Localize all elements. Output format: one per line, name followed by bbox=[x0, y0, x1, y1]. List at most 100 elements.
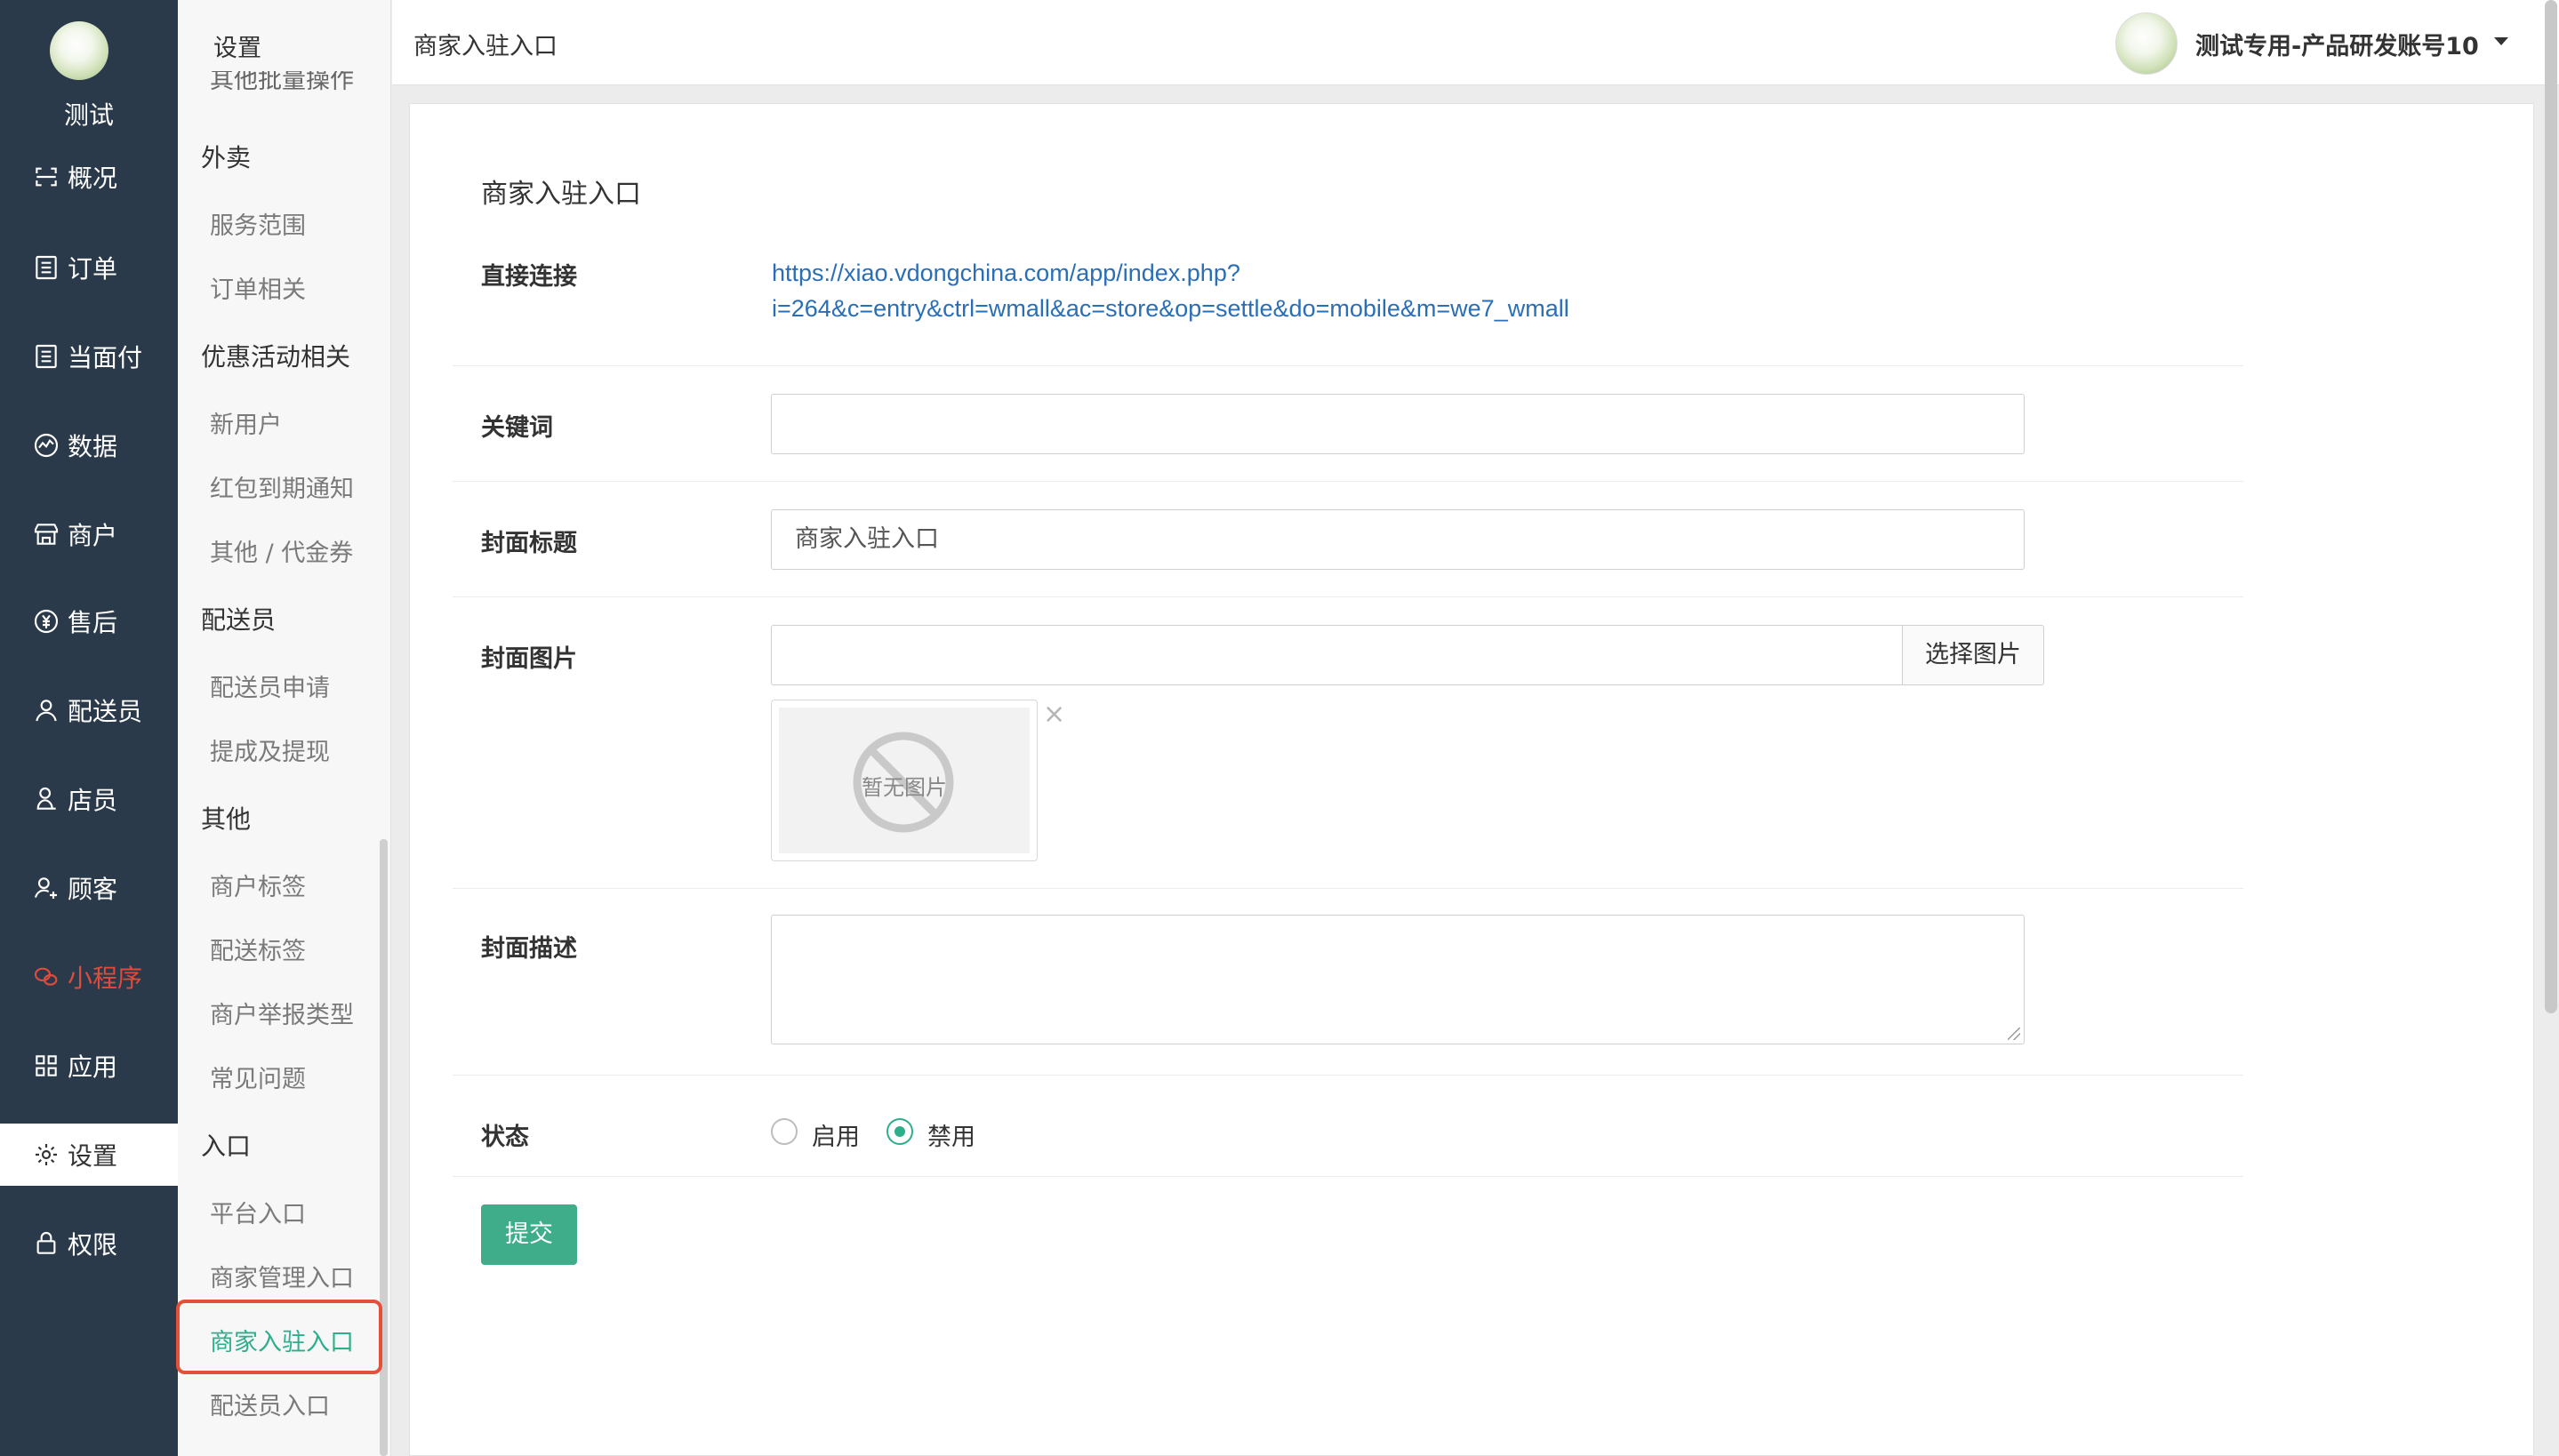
subnav-group-courier: 配送员 bbox=[201, 605, 277, 635]
nav-item-label: 设置 bbox=[68, 1141, 118, 1171]
direct-link-line-2[interactable]: i=264&c=entry&ctrl=wmall&ac=store&op=set… bbox=[772, 291, 1569, 326]
status-radio-disable[interactable] bbox=[886, 1118, 913, 1145]
brand-name: 测试 bbox=[63, 100, 114, 130]
subnav-item-merchant-admin-entry[interactable]: 商家管理入口 bbox=[210, 1259, 354, 1293]
direct-link-label: 直接连接 bbox=[481, 263, 577, 291]
nav-item-label: 顾客 bbox=[68, 875, 118, 904]
direct-link-line-1[interactable]: https://xiao.vdongchina.com/app/index.ph… bbox=[772, 255, 1569, 291]
apps-icon bbox=[36, 1055, 57, 1076]
active-item-highlight bbox=[176, 1300, 382, 1374]
scan-icon bbox=[36, 167, 57, 187]
nav-item-label: 订单 bbox=[68, 254, 118, 284]
nav-item-overview[interactable]: 概况 bbox=[0, 146, 178, 208]
row-divider bbox=[453, 1176, 2243, 1177]
nav-item-label: 权限 bbox=[68, 1230, 118, 1260]
main-nav: 测试 概况 订单 当面付 数据 商户 售后 配送员 店员 顾客 小程序 应用 设… bbox=[0, 0, 178, 1456]
subnav-item-delivery-tags[interactable]: 配送标签 bbox=[210, 932, 306, 966]
cover-title-label: 封面标题 bbox=[481, 530, 577, 557]
nav-item-label: 售后 bbox=[68, 608, 118, 637]
cover-image-preview: 暂无图片 bbox=[771, 700, 1038, 861]
subnav-item-voucher[interactable]: 其他 / 代金券 bbox=[210, 533, 353, 568]
page-title: 商家入驻入口 bbox=[481, 179, 641, 210]
choose-image-button[interactable]: 选择图片 bbox=[1902, 625, 2044, 685]
main-panel: 商家入驻入口 直接连接 https://xiao.vdongchina.com/… bbox=[409, 103, 2534, 1456]
settings-subnav: 设置 其他批量操作 外卖 服务范围 订单相关 优惠活动相关 新用户 红包到期通知… bbox=[178, 0, 391, 1456]
nav-item-aftersale[interactable]: 售后 bbox=[0, 590, 178, 652]
nav-item-label: 当面付 bbox=[68, 343, 143, 372]
subnav-item-partial[interactable]: 其他批量操作 bbox=[210, 71, 354, 98]
breadcrumb: 商家入驻入口 bbox=[413, 33, 558, 60]
subnav-item-merchant-tags[interactable]: 商户标签 bbox=[210, 868, 306, 902]
row-divider bbox=[453, 596, 2243, 597]
row-divider bbox=[453, 888, 2243, 889]
cover-desc-label: 封面描述 bbox=[481, 935, 577, 963]
no-image-text: 暂无图片 bbox=[862, 775, 947, 800]
keyword-label: 关键词 bbox=[481, 414, 553, 442]
subnav-item-commission[interactable]: 提成及提现 bbox=[210, 732, 330, 767]
subnav-item-report-types[interactable]: 商户举报类型 bbox=[210, 996, 354, 1030]
caret-down-icon[interactable] bbox=[2494, 37, 2508, 45]
subnav-title: 设置 bbox=[213, 35, 261, 62]
clerk-icon bbox=[36, 787, 56, 810]
nav-item-merchant[interactable]: 商户 bbox=[0, 503, 178, 565]
nav-item-permission[interactable]: 权限 bbox=[0, 1212, 178, 1275]
user-icon bbox=[36, 700, 57, 722]
nav-item-orders[interactable]: 订单 bbox=[0, 236, 178, 299]
subnav-group-entry: 入口 bbox=[201, 1132, 252, 1161]
page-scrollbar[interactable] bbox=[2545, 0, 2557, 1013]
nav-item-settings[interactable]: 设置 bbox=[0, 1124, 178, 1186]
subnav-group-other: 其他 bbox=[201, 804, 252, 834]
cover-image-input[interactable] bbox=[771, 625, 1902, 685]
subnav-item-redpacket-expiry[interactable]: 红包到期通知 bbox=[210, 469, 354, 504]
subnav-group-waimai: 外卖 bbox=[201, 143, 252, 172]
subnav-group-promo: 优惠活动相关 bbox=[201, 342, 351, 372]
subnav-item-courier-apply[interactable]: 配送员申请 bbox=[210, 668, 330, 703]
cover-desc-textarea[interactable] bbox=[771, 915, 2025, 1044]
nav-item-data[interactable]: 数据 bbox=[0, 414, 178, 476]
list-icon bbox=[36, 344, 57, 369]
subnav-item-service-range[interactable]: 服务范围 bbox=[210, 206, 306, 241]
row-divider bbox=[453, 1075, 2243, 1076]
nav-item-label: 店员 bbox=[68, 786, 118, 815]
nav-item-clerk[interactable]: 店员 bbox=[0, 768, 178, 830]
subnav-item-courier-entry[interactable]: 配送员入口 bbox=[210, 1387, 330, 1421]
subnav-item-platform-entry[interactable]: 平台入口 bbox=[210, 1195, 306, 1229]
remove-image-icon[interactable]: × bbox=[1043, 701, 1065, 728]
nav-item-label: 商户 bbox=[68, 521, 118, 550]
nav-item-label: 概况 bbox=[68, 164, 118, 193]
cover-title-input[interactable]: 商家入驻入口 bbox=[771, 509, 2025, 570]
chart-icon bbox=[34, 433, 59, 458]
yen-icon bbox=[34, 609, 59, 634]
status-label: 状态 bbox=[481, 1124, 529, 1151]
nav-item-miniprogram[interactable]: 小程序 bbox=[0, 946, 178, 1008]
nav-item-customer[interactable]: 顾客 bbox=[0, 857, 178, 919]
subnav-item-order-related[interactable]: 订单相关 bbox=[210, 270, 306, 305]
nav-item-courier[interactable]: 配送员 bbox=[0, 679, 178, 741]
store-icon bbox=[34, 524, 59, 545]
status-radio-enable[interactable] bbox=[771, 1118, 798, 1145]
status-option-enable[interactable]: 启用 bbox=[812, 1117, 860, 1152]
nav-item-label: 应用 bbox=[68, 1052, 118, 1082]
direct-link[interactable]: https://xiao.vdongchina.com/app/index.ph… bbox=[772, 255, 1569, 326]
row-divider bbox=[453, 365, 2243, 366]
user-menu[interactable]: 测试专用-产品研发账号10 bbox=[2195, 27, 2479, 61]
nav-item-facepay[interactable]: 当面付 bbox=[0, 325, 178, 388]
nav-item-label: 配送员 bbox=[68, 697, 143, 726]
subnav-item-new-user[interactable]: 新用户 bbox=[210, 405, 282, 440]
customer-icon bbox=[34, 877, 57, 899]
gear-icon bbox=[36, 1144, 57, 1165]
nav-item-apps[interactable]: 应用 bbox=[0, 1035, 178, 1097]
brand-logo[interactable] bbox=[50, 21, 108, 80]
lock-icon bbox=[36, 1232, 56, 1254]
row-divider bbox=[453, 481, 2243, 482]
nav-item-label: 数据 bbox=[68, 432, 118, 461]
resize-grip-icon[interactable] bbox=[2008, 1028, 2020, 1040]
avatar[interactable] bbox=[2115, 12, 2178, 75]
brand: 测试 bbox=[0, 0, 178, 142]
list-icon bbox=[36, 255, 57, 280]
keyword-input[interactable] bbox=[771, 394, 2025, 454]
submit-button[interactable]: 提交 bbox=[481, 1204, 577, 1265]
wechat-icon bbox=[34, 967, 58, 986]
subnav-item-faq[interactable]: 常见问题 bbox=[210, 1060, 306, 1094]
status-option-disable[interactable]: 禁用 bbox=[927, 1117, 975, 1152]
